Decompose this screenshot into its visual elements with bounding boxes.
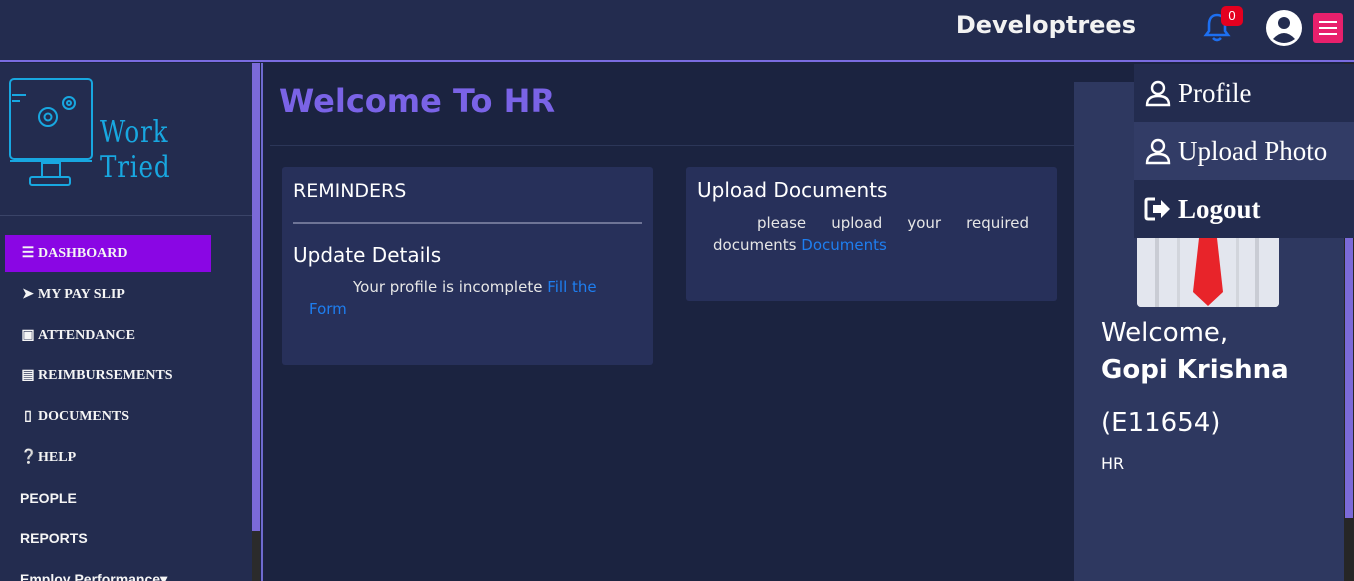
user-dropdown-menu: Profile Upload Photo Logout xyxy=(1134,64,1354,238)
top-navbar: Developtrees 0 xyxy=(0,0,1354,62)
user-icon xyxy=(1145,80,1171,107)
file-icon: ▯ xyxy=(24,409,32,424)
sidebar-item-label: MY PAY SLIP xyxy=(38,287,125,302)
reminder-text: Your profile is incomplete Fill the Form xyxy=(309,276,639,320)
sidebar-item-label: HELP xyxy=(38,450,77,465)
reminders-heading: REMINDERS xyxy=(293,180,407,202)
caret-down-icon: ▾ xyxy=(160,571,168,581)
sidebar-item-label: ATTENDANCE xyxy=(38,328,135,343)
upload-documents-heading: Upload Documents xyxy=(697,178,888,202)
dropdown-item-label: Logout xyxy=(1178,193,1261,224)
reminders-divider xyxy=(293,222,642,224)
main-left-border xyxy=(261,63,263,581)
sidebar-item-reimbursements[interactable]: ▤ REIMBURSEMENTS xyxy=(5,357,211,394)
sidebar-item-people[interactable]: PEOPLE xyxy=(5,480,211,517)
credit-card-icon: ▤ xyxy=(21,368,35,383)
sidebar-item-dashboard[interactable]: ☰ DASHBOARD xyxy=(5,235,211,272)
page-title: Welcome To HR xyxy=(279,82,556,120)
sidebar-item-my-pay-slip[interactable]: ➤ MY PAY SLIP xyxy=(5,276,211,313)
profile-incomplete-text: Your profile is incomplete xyxy=(353,278,543,296)
user-circle-icon[interactable] xyxy=(1265,9,1303,47)
update-details-heading: Update Details xyxy=(293,243,442,267)
sidebar-divider xyxy=(0,215,252,216)
paper-plane-icon: ➤ xyxy=(22,287,34,302)
sidebar-item-label: Employ Performance xyxy=(20,571,161,581)
user-icon xyxy=(1145,138,1171,165)
logo-text: Work Tried xyxy=(100,115,171,185)
sidebar: Work Tried ☰ DASHBOARD ➤ MY PAY SLIP ▣ ATTE… xyxy=(0,63,252,581)
sidebar-scrollbar-track xyxy=(252,531,260,581)
reminders-card: REMINDERS Update Details Your profile is… xyxy=(282,167,653,365)
sidebar-item-label: PEOPLE xyxy=(20,490,77,506)
sign-out-icon xyxy=(1144,197,1170,221)
documents-link[interactable]: Documents xyxy=(801,236,887,254)
dropdown-item-logout[interactable]: Logout xyxy=(1134,180,1354,238)
sidebar-scrollbar[interactable] xyxy=(252,63,260,531)
sidebar-item-label: REPORTS xyxy=(20,530,88,546)
dropdown-item-profile[interactable]: Profile xyxy=(1134,64,1354,122)
sidebar-item-help[interactable]: ❔HELP xyxy=(5,439,211,476)
menu-toggle-button[interactable] xyxy=(1313,13,1343,43)
panel-scrollbar[interactable] xyxy=(1345,238,1353,518)
brand-name: Developtrees xyxy=(955,11,1136,39)
notification-badge: 0 xyxy=(1221,6,1243,26)
sidebar-item-documents[interactable]: ▯ DOCUMENTS xyxy=(5,398,211,435)
user-name: Gopi Krishna xyxy=(1101,355,1289,385)
title-divider xyxy=(270,145,1074,146)
dropdown-item-label: Upload Photo xyxy=(1178,135,1328,166)
sidebar-item-label: REIMBURSEMENTS xyxy=(38,368,173,383)
sidebar-item-attendance[interactable]: ▣ ATTENDANCE xyxy=(5,317,211,354)
employee-id: (E11654) xyxy=(1101,408,1221,438)
upload-text: please upload your required documents Do… xyxy=(713,212,1029,256)
sidebar-item-employ-performance[interactable]: Employ Performance▾ xyxy=(5,561,211,581)
calendar-icon: ▣ xyxy=(21,328,35,343)
sidebar-item-label: DOCUMENTS xyxy=(38,409,130,424)
welcome-text: Welcome, xyxy=(1101,318,1229,348)
bars-icon: ☰ xyxy=(21,246,35,261)
sidebar-item-reports[interactable]: REPORTS xyxy=(5,520,211,557)
question-circle-icon: ❔ xyxy=(20,450,38,465)
user-role: HR xyxy=(1101,454,1125,473)
upload-documents-card: Upload Documents please upload your requ… xyxy=(686,167,1057,301)
sidebar-item-label: DASHBOARD xyxy=(38,246,128,261)
dropdown-item-upload-photo[interactable]: Upload Photo xyxy=(1134,122,1354,180)
dropdown-item-label: Profile xyxy=(1178,77,1252,108)
